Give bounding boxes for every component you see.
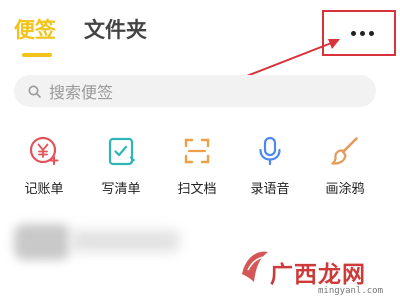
tab-notes[interactable]: 便签: [14, 20, 56, 41]
active-tab-indicator: [22, 53, 52, 57]
bookkeeping-icon: [29, 136, 59, 165]
tool-label: 扫文档: [177, 182, 217, 197]
search-input[interactable]: 搜索便签: [14, 75, 376, 107]
tool-label: 画涂鸦: [325, 182, 365, 197]
brush-icon: [331, 137, 358, 165]
tool-doodle[interactable]: 画涂鸦: [313, 133, 377, 197]
search-icon: [28, 85, 41, 98]
annotation-highlight-box: [322, 10, 396, 56]
tab-folder[interactable]: 文件夹: [84, 20, 147, 41]
tool-checklist[interactable]: 写清单: [89, 133, 153, 197]
note-preview-blur: [14, 224, 70, 260]
watermark-logo-icon: [242, 251, 268, 282]
tool-voice[interactable]: 录语音: [238, 133, 302, 197]
tool-label: 写清单: [101, 182, 141, 197]
tool-scan[interactable]: 扫文档: [165, 133, 229, 197]
note-list-item[interactable]: [14, 222, 194, 262]
scan-icon: [184, 138, 210, 164]
tool-label: 录语音: [250, 182, 290, 197]
microphone-icon: [259, 136, 281, 166]
tool-bookkeeping[interactable]: 记账单: [12, 133, 76, 197]
tool-label: 记账单: [24, 182, 64, 197]
watermark-text: 广西龙网: [270, 262, 366, 288]
search-placeholder: 搜索便签: [49, 83, 114, 102]
note-preview-blur: [70, 230, 180, 252]
checklist-icon: [108, 137, 136, 166]
watermark-url: mingyanl.com: [318, 286, 384, 296]
